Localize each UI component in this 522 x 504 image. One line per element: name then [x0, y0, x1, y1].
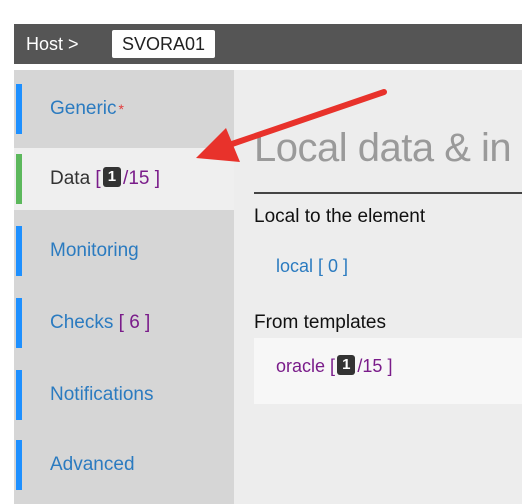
required-marker: *: [118, 101, 124, 117]
checks-count: [ 6 ]: [118, 312, 151, 333]
sidebar-item-label: Advanced: [50, 454, 135, 475]
sidebar-item-generic[interactable]: Generic *: [14, 78, 234, 140]
breadcrumb: Host > SVORA01: [14, 24, 522, 64]
title-divider: [254, 192, 522, 194]
data-count-badge: 1: [102, 166, 122, 187]
local-count: [ 0 ]: [318, 256, 349, 276]
sidebar-item-advanced[interactable]: Advanced: [14, 434, 234, 496]
tab-indicator: [16, 298, 22, 348]
template-link-oracle[interactable]: oracle [1/15 ]: [276, 355, 392, 377]
tab-indicator: [16, 226, 22, 276]
local-section-label: Local to the element: [254, 206, 426, 227]
host-name-badge[interactable]: SVORA01: [112, 30, 216, 58]
sidebar-item-notifications[interactable]: Notifications: [14, 364, 234, 426]
sidebar-item-checks[interactable]: Checks [ 6 ]: [14, 292, 234, 354]
tab-indicator: [16, 440, 22, 490]
tab-indicator: [16, 84, 22, 134]
sidebar-item-label: Checks [ 6 ]: [50, 312, 151, 333]
template-count-badge: 1: [337, 355, 356, 376]
tab-indicator: [16, 370, 22, 420]
sidebar-item-data[interactable]: Data [1/15 ]: [14, 148, 234, 210]
sidebar-item-label: Data [1/15 ]: [50, 166, 161, 189]
sidebar: Generic * Data [1/15 ] Monitoring Checks …: [14, 70, 234, 504]
template-row: oracle [1/15 ]: [254, 338, 522, 404]
templates-section-label: From templates: [254, 312, 386, 333]
sidebar-item-label: Generic *: [50, 98, 124, 119]
breadcrumb-label: Host >: [26, 34, 79, 54]
local-data-link[interactable]: local [ 0 ]: [276, 256, 348, 277]
sidebar-item-label: Monitoring: [50, 240, 139, 261]
sidebar-item-monitoring[interactable]: Monitoring: [14, 220, 234, 282]
page-title: Local data & in: [254, 126, 512, 170]
header: Host > SVORA01: [0, 0, 522, 70]
sidebar-item-label: Notifications: [50, 384, 154, 405]
main-panel: Local data & in Local to the element loc…: [234, 70, 522, 504]
tab-indicator: [16, 154, 22, 204]
